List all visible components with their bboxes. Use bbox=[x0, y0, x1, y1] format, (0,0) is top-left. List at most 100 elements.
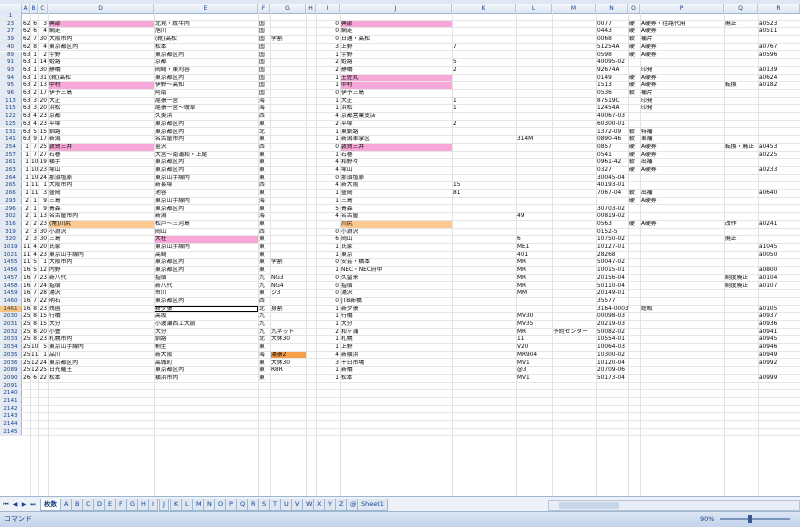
cell-c[interactable]: 9 bbox=[38, 198, 48, 205]
cell-g[interactable] bbox=[270, 121, 306, 128]
cell-e[interactable]: 新夕張 bbox=[154, 305, 258, 313]
cell-k[interactable] bbox=[452, 221, 516, 228]
cell-d[interactable] bbox=[48, 406, 154, 413]
cell-h[interactable] bbox=[306, 152, 316, 159]
cell-p[interactable] bbox=[640, 113, 724, 120]
cell-b[interactable]: 10 bbox=[30, 175, 38, 182]
cell-p[interactable] bbox=[640, 336, 724, 343]
cell-d[interactable]: 大正 bbox=[48, 98, 154, 105]
row-header[interactable]: 141 bbox=[0, 136, 22, 143]
cell-e[interactable]: 大宮〜南浦和・上尾 bbox=[154, 152, 258, 159]
cell-o[interactable] bbox=[628, 121, 640, 128]
cell-n[interactable]: 28268 bbox=[596, 252, 628, 259]
cell-c[interactable]: 19 bbox=[38, 159, 48, 166]
cell-i[interactable]: 0 bbox=[316, 90, 340, 97]
cell-j[interactable]: 塚山 bbox=[340, 167, 452, 174]
cell-b[interactable]: 10 bbox=[30, 167, 38, 174]
cell-m[interactable] bbox=[552, 244, 596, 251]
cell-r[interactable] bbox=[758, 129, 800, 136]
cell-d[interactable]: 名古屋市内 bbox=[48, 213, 154, 220]
cell-g[interactable] bbox=[270, 182, 306, 189]
cell-j[interactable]: 宇野 bbox=[340, 52, 452, 59]
cell-g[interactable] bbox=[270, 413, 306, 420]
cell-a[interactable] bbox=[22, 383, 30, 390]
cell-n[interactable] bbox=[596, 398, 628, 405]
row-header[interactable]: 131 bbox=[0, 128, 22, 136]
cell-i[interactable]: 0 bbox=[316, 28, 340, 35]
cell-n[interactable] bbox=[596, 429, 628, 436]
cell-l[interactable] bbox=[516, 429, 552, 436]
cell-m[interactable] bbox=[552, 344, 596, 351]
cell-b[interactable]: 6 bbox=[30, 28, 38, 35]
cell-g[interactable] bbox=[270, 82, 306, 89]
cell-a[interactable]: 1 bbox=[22, 190, 30, 197]
cell-r[interactable] bbox=[758, 421, 800, 428]
cell-m[interactable] bbox=[552, 52, 596, 59]
cell-k[interactable] bbox=[452, 267, 516, 274]
cell-d[interactable] bbox=[48, 398, 154, 405]
cell-b[interactable]: 7 bbox=[30, 275, 38, 282]
cell-d[interactable]: 東京山手線内 bbox=[48, 252, 154, 259]
cell-p[interactable]: 補片 bbox=[640, 90, 724, 97]
cell-h[interactable] bbox=[306, 406, 316, 413]
cell-e[interactable]: 横浜市内 bbox=[154, 375, 258, 382]
cell-a[interactable]: 62 bbox=[22, 28, 30, 35]
cell-c[interactable]: 20 bbox=[38, 244, 48, 251]
cell-k[interactable] bbox=[452, 329, 516, 336]
cell-m[interactable] bbox=[552, 167, 596, 174]
row-header[interactable]: 266 bbox=[0, 190, 22, 197]
cell-j[interactable]: 大正 bbox=[340, 98, 452, 105]
cell-r[interactable] bbox=[758, 206, 800, 213]
cell-h[interactable] bbox=[306, 429, 316, 436]
cell-j[interactable]: NEC・NEC府中 bbox=[340, 267, 452, 274]
cell-l[interactable] bbox=[516, 82, 552, 89]
cell-r[interactable]: a0992 bbox=[758, 360, 800, 367]
cell-p[interactable] bbox=[640, 321, 724, 328]
cell-b[interactable] bbox=[30, 13, 38, 20]
cell-k[interactable] bbox=[452, 206, 516, 213]
cell-n[interactable]: 0152-5 bbox=[596, 229, 628, 236]
cell-a[interactable]: 16 bbox=[22, 275, 30, 282]
cell-r[interactable]: a0105 bbox=[758, 306, 800, 313]
cell-n[interactable]: 35577 bbox=[596, 298, 628, 305]
cell-b[interactable]: 11 bbox=[30, 182, 38, 189]
cell-i[interactable]: 4 bbox=[316, 352, 340, 359]
cell-l[interactable] bbox=[516, 129, 552, 136]
cell-e[interactable]: 尾張一宮〜岐阜 bbox=[154, 105, 258, 112]
cell-k[interactable]: 81 bbox=[452, 190, 516, 197]
cell-f[interactable]: 東 bbox=[258, 121, 270, 128]
cell-o[interactable]: 硬 bbox=[628, 21, 640, 28]
row-header[interactable]: 2143 bbox=[0, 413, 22, 421]
cell-m[interactable] bbox=[552, 13, 596, 20]
cell-b[interactable]: 11 bbox=[30, 352, 38, 359]
cell-q[interactable] bbox=[724, 259, 758, 266]
cell-b[interactable]: 5 bbox=[30, 267, 38, 274]
cell-f[interactable]: 西 bbox=[258, 182, 270, 189]
cell-i[interactable]: 0 bbox=[316, 144, 340, 151]
cell-e[interactable]: 東京都区内 bbox=[154, 159, 258, 166]
cell-p[interactable]: A硬券 bbox=[640, 82, 724, 89]
cell-n[interactable] bbox=[596, 13, 628, 20]
cell-a[interactable]: 63 bbox=[22, 52, 30, 59]
cell-i[interactable]: 1 bbox=[316, 105, 340, 112]
cell-d[interactable]: 伊予三島 bbox=[48, 90, 154, 97]
cell-d[interactable]: 東京都区内 bbox=[48, 44, 154, 51]
cell-e[interactable]: 東京山手線内 bbox=[154, 198, 258, 205]
cell-i[interactable] bbox=[316, 429, 340, 436]
cell-i[interactable]: 1 bbox=[316, 52, 340, 59]
cell-h[interactable] bbox=[306, 175, 316, 182]
row-header[interactable]: 23 bbox=[0, 20, 22, 28]
cell-m[interactable] bbox=[552, 121, 596, 128]
cell-i[interactable]: 1 bbox=[316, 98, 340, 105]
cell-g[interactable]: 学割 bbox=[270, 259, 306, 266]
row-header[interactable]: 1 bbox=[0, 13, 22, 20]
row-header[interactable]: 257 bbox=[0, 151, 22, 159]
cell-o[interactable] bbox=[628, 429, 640, 436]
cell-q[interactable] bbox=[724, 375, 758, 382]
cell-a[interactable]: 25 bbox=[22, 313, 30, 320]
cell-e[interactable]: 新大阪 bbox=[154, 352, 258, 359]
cell-a[interactable]: 16 bbox=[22, 306, 30, 313]
cell-i[interactable]: 4 bbox=[316, 213, 340, 220]
cell-a[interactable] bbox=[22, 13, 30, 20]
cell-h[interactable] bbox=[306, 321, 316, 328]
